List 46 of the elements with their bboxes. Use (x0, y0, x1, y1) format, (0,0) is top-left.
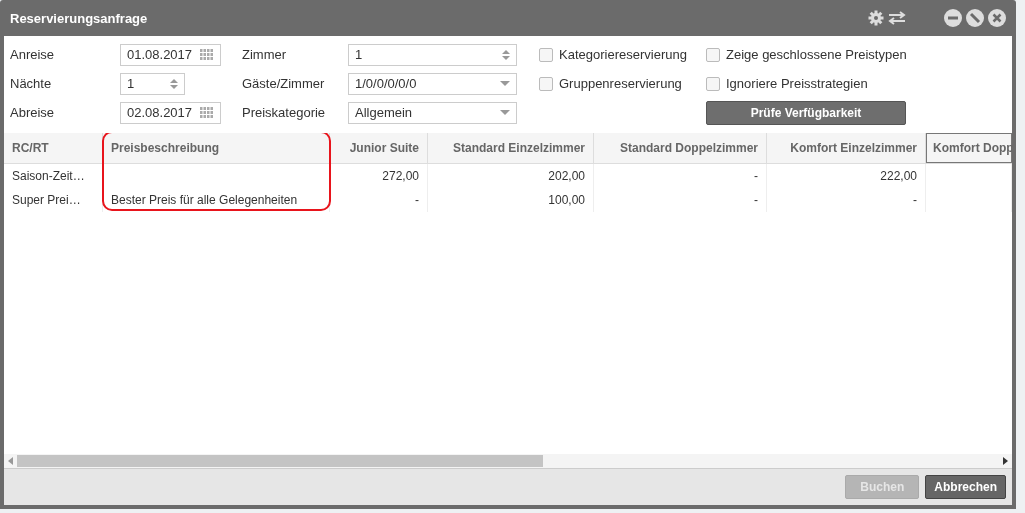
swap-arrows-icon[interactable] (888, 11, 906, 25)
check-availability-button[interactable]: Prüfe Verfügbarkeit (706, 100, 906, 125)
table-cell: Bester Preis für alle Gelegenheiten (103, 188, 330, 212)
table-cell: 100,00 (428, 188, 594, 212)
no-entry-icon[interactable] (966, 9, 984, 27)
date-field[interactable]: 02.08.2017 (120, 101, 221, 124)
column-header[interactable]: RC/RT (4, 133, 103, 163)
caret-icon[interactable] (500, 80, 510, 87)
column-header[interactable]: Preisbeschreibung (103, 133, 330, 163)
dropdown-field[interactable]: Allgemein (348, 101, 517, 124)
dialog-button[interactable]: Abbrechen (925, 475, 1006, 499)
calendar-icon[interactable] (200, 48, 214, 61)
checkbox-option[interactable]: Zeige geschlossene Preistypen (706, 47, 916, 62)
column-header[interactable]: Junior Suite (330, 133, 428, 163)
spinner-arrows-icon[interactable] (170, 77, 178, 90)
column-header[interactable]: Standard Doppelzimmer (594, 133, 767, 163)
dropdown-field[interactable]: 1/0/0/0/0/0 (348, 72, 517, 95)
table-cell: - (594, 188, 767, 212)
right-arrow-icon[interactable] (1003, 457, 1008, 465)
caret-icon[interactable] (500, 109, 510, 116)
scrollbar-thumb[interactable] (17, 455, 543, 467)
window-title: Reservierungsanfrage (10, 10, 149, 26)
left-arrow-icon[interactable] (8, 457, 13, 465)
field-label: Nächte (10, 76, 53, 91)
table-cell: - (767, 188, 926, 212)
date-field[interactable]: 01.08.2017 (120, 43, 221, 66)
settings-icon[interactable] (868, 10, 884, 26)
checkbox-option[interactable]: Ignoriere Preisstrategien (706, 76, 916, 91)
close-icon[interactable] (988, 9, 1006, 27)
field-label: Zimmer (242, 47, 288, 62)
field-label: Preiskategorie (242, 105, 327, 120)
column-header[interactable]: Komfort Einzelzimmer (767, 133, 926, 163)
field-label: Gäste/Zimmer (242, 76, 326, 91)
field-label: Anreise (10, 47, 56, 62)
number-field[interactable]: 1 (348, 43, 517, 66)
table-cell: Super Prei… (4, 188, 103, 212)
field-label: Abreise (10, 105, 56, 120)
horizontal-scrollbar[interactable] (4, 454, 1012, 469)
spinner-arrows-icon[interactable] (502, 48, 510, 61)
calendar-icon[interactable] (200, 106, 214, 119)
number-field[interactable]: 1 (120, 72, 185, 95)
checkbox-option[interactable]: Gruppenreservierung (539, 76, 706, 91)
column-header[interactable]: Standard Einzelzimmer (428, 133, 594, 163)
minimize-icon[interactable] (944, 9, 962, 27)
table-cell: - (330, 188, 428, 212)
checkbox-option[interactable]: Kategoriereservierung (539, 47, 706, 62)
